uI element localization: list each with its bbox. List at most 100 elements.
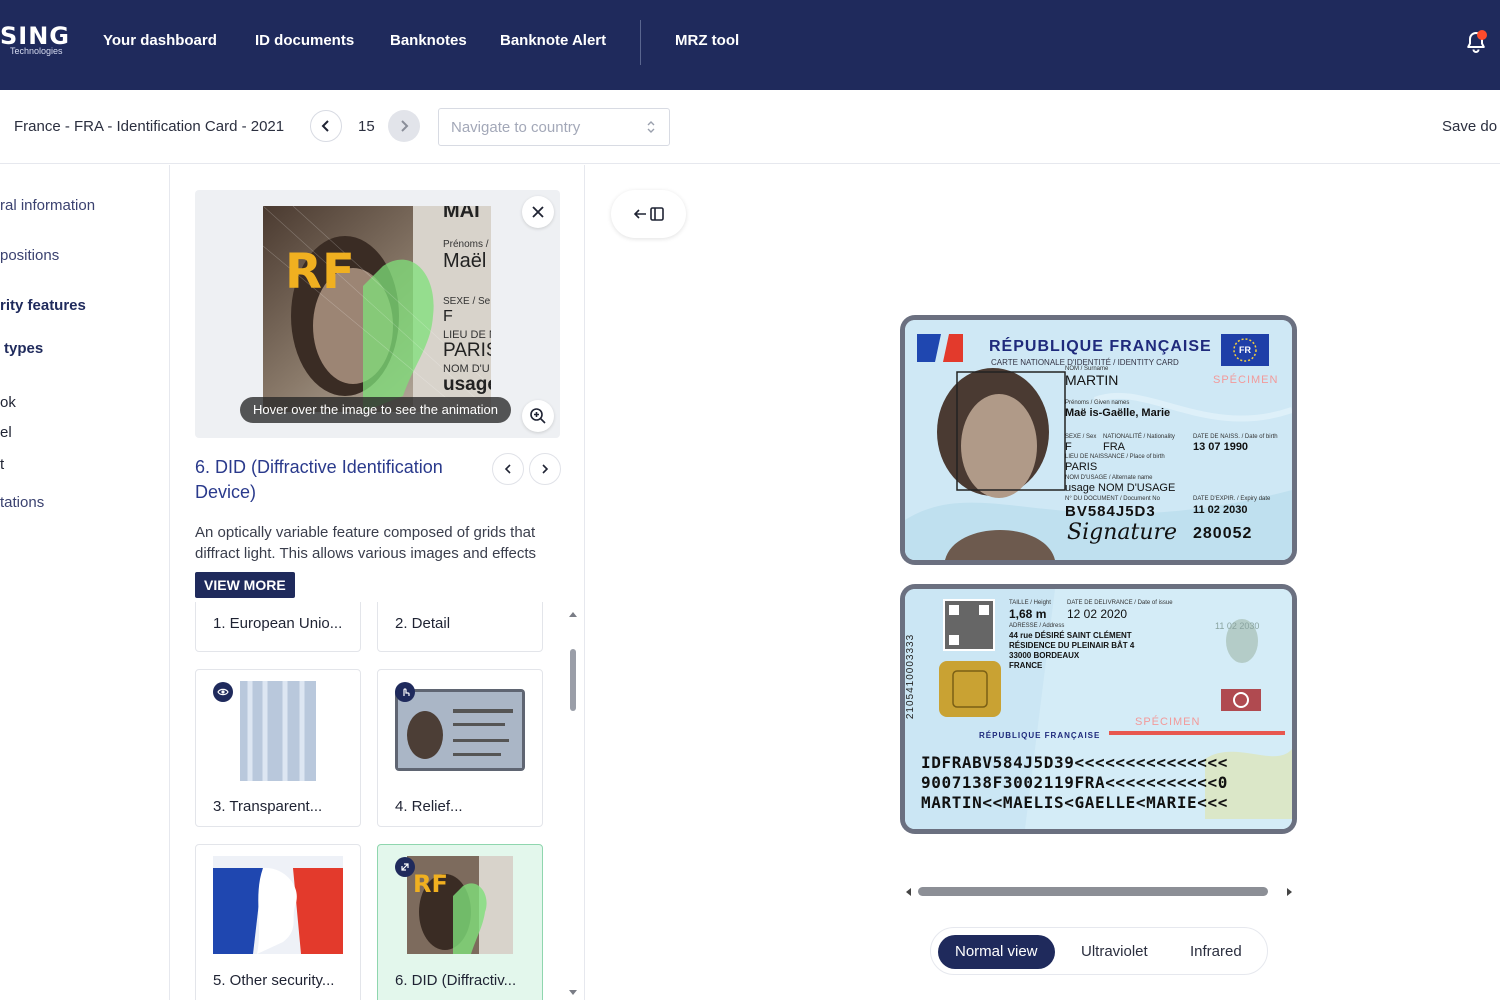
nav-id-documents[interactable]: ID documents — [255, 32, 354, 49]
save-document-button[interactable]: Save do — [1442, 118, 1497, 135]
front-nat-label: NATIONALITÉ / Nationality — [1103, 434, 1175, 440]
security-feature-panel: RF MAI Prénoms / G Maël SEXE / Se F LIEU… — [170, 165, 585, 1000]
front-can: 280052 — [1193, 525, 1253, 542]
scroll-left-icon[interactable] — [904, 887, 912, 897]
feature-card-5[interactable]: 5. Other security... — [195, 844, 361, 1000]
zoom-in-icon — [530, 408, 546, 424]
feature-card-6[interactable]: RF 6. DID (Diffractiv... — [377, 844, 543, 1000]
chevron-right-icon — [542, 464, 549, 474]
marianne-thumbnail — [213, 856, 343, 954]
front-docno: BV584J5D3 — [1065, 503, 1156, 520]
back-addr-label: ADRESSE / Address — [1009, 623, 1065, 629]
viewer-horizontal-scrollbar[interactable] — [904, 886, 1294, 898]
preview-text-top: MAI — [443, 206, 480, 222]
nav-dashboard[interactable]: Your dashboard — [103, 32, 217, 49]
back-republic: RÉPUBLIQUE FRANÇAISE — [979, 731, 1101, 740]
feature-card-label: 5. Other security... — [213, 972, 335, 989]
previous-feature-button[interactable] — [492, 453, 524, 485]
view-mode-toggle: Normal view Ultraviolet Infrared — [930, 927, 1268, 975]
horizontal-scroll-thumb[interactable] — [918, 887, 1268, 896]
sidebar-item-positions[interactable]: positions — [0, 247, 59, 264]
chevron-right-icon — [401, 120, 409, 132]
sidebar-subitem-3[interactable]: t — [0, 456, 4, 473]
feature-card-label: 4. Relief... — [395, 798, 463, 815]
nav-banknote-alert[interactable]: Banknote Alert — [500, 32, 606, 49]
chevron-left-icon — [504, 464, 511, 474]
front-exp: 11 02 2030 — [1193, 504, 1248, 516]
previous-document-button[interactable] — [310, 110, 342, 142]
rotate-badge — [395, 857, 415, 877]
preview-text-city: PARIS — [443, 340, 491, 361]
sidebar-item-security-features[interactable]: rity features — [0, 297, 86, 314]
feature-card-label: 1. European Unio... — [213, 615, 343, 632]
zoom-preview-button[interactable] — [522, 400, 554, 432]
next-document-button[interactable] — [388, 110, 420, 142]
feature-description: An optically variable feature composed o… — [195, 524, 537, 562]
feature-card-1[interactable]: 1. European Unio... — [195, 602, 361, 652]
id-card-front[interactable]: RÉPUBLIQUE FRANÇAISE CARTE NATIONALE D'I… — [905, 320, 1292, 560]
scroll-down-icon[interactable] — [566, 988, 580, 998]
feature-preview-image[interactable]: RF MAI Prénoms / G Maël SEXE / Se F LIEU… — [263, 206, 491, 412]
logo-text: SING — [0, 22, 70, 50]
scroll-up-icon[interactable] — [566, 609, 580, 619]
sidebar-item-general-information[interactable]: ral information — [0, 197, 95, 214]
sidebar-subitem-2[interactable]: el — [0, 424, 12, 441]
back-addr-3: 33000 BORDEAUX — [1009, 651, 1080, 660]
document-page-number: 15 — [358, 118, 375, 135]
normal-view-button[interactable]: Normal view — [938, 935, 1055, 969]
scroll-right-icon[interactable] — [1286, 887, 1294, 897]
back-issue-label: DATE DE DELIVRANCE / Date of issue — [1067, 600, 1173, 606]
rf-hologram-text: RF — [285, 244, 355, 300]
front-sex: F — [1065, 441, 1072, 453]
front-usage-label: NOM D'USAGE / Alternate name — [1065, 475, 1153, 481]
back-addr-1: 44 rue DÉSIRÉ SAINT CLÉMENT — [1009, 631, 1132, 640]
preview-text-sex-value: F — [443, 308, 453, 325]
top-navigation: SING Technologies Your dashboard ID docu… — [0, 0, 1500, 90]
infrared-view-button[interactable]: Infrared — [1173, 935, 1259, 969]
nav-mrz-tool[interactable]: MRZ tool — [675, 32, 739, 49]
navigate-to-country-select[interactable]: Navigate to country — [438, 108, 670, 146]
feature-card-label: 3. Transparent... — [213, 798, 323, 815]
mrz-line-1: IDFRABV584J5D39<<<<<<<<<<<<<<< — [921, 753, 1228, 772]
nav-banknotes[interactable]: Banknotes — [390, 32, 467, 49]
rotate-icon — [401, 863, 409, 871]
preview-text-name: Maël — [443, 250, 487, 272]
feature-grid-scrollbar[interactable] — [566, 605, 580, 1000]
touch-badge — [395, 682, 415, 702]
sidebar-subitem-1[interactable]: ok — [0, 394, 16, 411]
front-docno-label: N° DU DOCUMENT / Document No — [1065, 496, 1160, 502]
back-vertical-number: 2105410003333 — [905, 633, 917, 720]
section-sidebar: ral information positions rity features … — [0, 165, 170, 1000]
country-select-placeholder: Navigate to country — [451, 119, 581, 136]
company-logo[interactable]: SING Technologies — [0, 22, 70, 56]
feature-card-3[interactable]: 3. Transparent... — [195, 669, 361, 827]
eye-icon — [217, 688, 229, 696]
updown-icon — [647, 121, 655, 133]
chevron-left-icon — [321, 120, 329, 132]
feature-card-4[interactable]: 4. Relief... — [377, 669, 543, 827]
scroll-thumb[interactable] — [570, 649, 576, 711]
collapse-panel-button[interactable] — [611, 190, 686, 238]
svg-text:RF: RF — [413, 870, 448, 898]
feature-card-2[interactable]: 2. Detail — [377, 602, 543, 652]
notification-dot — [1477, 30, 1487, 40]
feature-title: 6. DID (Diffractive Identification Devic… — [195, 457, 443, 502]
nav-divider — [640, 20, 641, 65]
preview-text-sexe: SEXE / Se — [443, 296, 491, 307]
view-more-button[interactable]: VIEW MORE — [195, 572, 295, 598]
ultraviolet-view-button[interactable]: Ultraviolet — [1064, 935, 1165, 969]
sidebar-item-types[interactable]: types — [4, 340, 43, 357]
front-dob-label: DATE DE NAISS. / Date of birth — [1193, 434, 1278, 440]
logo-subtext: Technologies — [10, 46, 63, 56]
relief-thumbnail — [395, 689, 525, 771]
hover-animation-hint: Hover over the image to see the animatio… — [240, 397, 511, 423]
sidebar-item-annotations[interactable]: tations — [0, 494, 44, 511]
preview-text-usage: usage — [443, 374, 491, 395]
front-given-label: Prénoms / Given names — [1065, 400, 1130, 406]
feature-card-label: 6. DID (Diffractiv... — [395, 972, 517, 989]
back-specimen: SPÉCIMEN — [1135, 716, 1201, 728]
next-feature-button[interactable] — [529, 453, 561, 485]
front-surname: MARTIN — [1065, 372, 1119, 388]
close-preview-button[interactable] — [522, 196, 554, 228]
id-card-back[interactable]: TAILLE / Height 1,68 m DATE DE DELIVRANC… — [905, 589, 1292, 829]
